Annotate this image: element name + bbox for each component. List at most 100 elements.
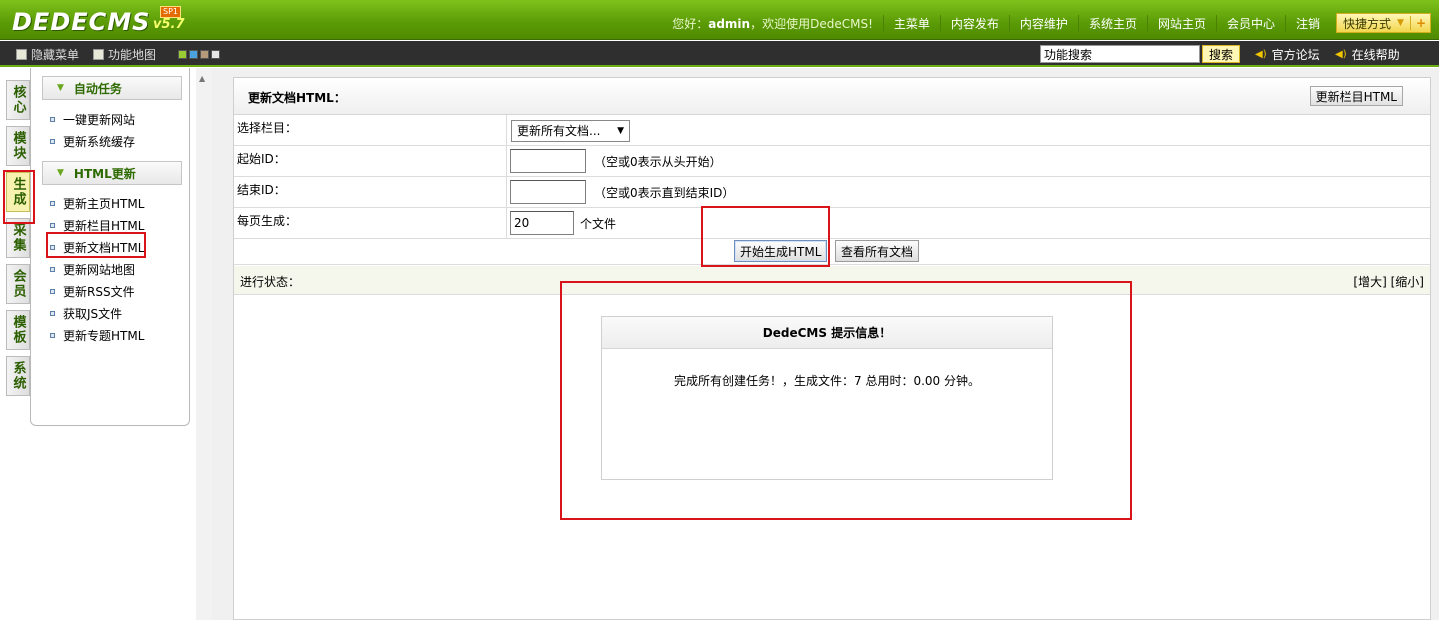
search-button[interactable]: 搜索 — [1202, 45, 1240, 63]
menu-item-update-rss[interactable]: 更新RSS文件 — [31, 280, 189, 302]
menu-item-get-js[interactable]: 获取JS文件 — [31, 302, 189, 324]
menu-item-one-click-update[interactable]: 一键更新网站 — [31, 108, 189, 130]
logo-badge: SP1 — [160, 6, 181, 18]
menu-group-auto-tasks[interactable]: ▼ 自动任务 — [42, 76, 182, 100]
grid-icon — [93, 49, 104, 60]
menu-scrollbar[interactable]: ▲ — [196, 68, 212, 620]
status-size-controls: [增大] [缩小] — [1353, 273, 1424, 290]
triangle-down-icon: ▼ — [57, 168, 64, 178]
row-start-id: 起始ID： （空或0表示从头开始） — [234, 146, 1430, 177]
skin-color-picker — [178, 50, 220, 59]
menu-group-html-update[interactable]: ▼ HTML更新 — [42, 161, 182, 185]
message-title: DedeCMS 提示信息！ — [602, 317, 1052, 349]
bullet-icon — [50, 266, 55, 272]
skin-color-swatch[interactable] — [211, 50, 220, 59]
per-page-unit: 个文件 — [580, 216, 617, 231]
start-id-label: 起始ID： — [234, 146, 507, 176]
tab-members[interactable]: 会员 — [6, 264, 30, 304]
menu-item-update-column-html[interactable]: 更新栏目HTML — [31, 214, 189, 236]
enlarge-link[interactable]: [增大] — [1353, 275, 1386, 289]
nav-site-home[interactable]: 网站主页 — [1146, 14, 1216, 32]
menu-group-title: HTML更新 — [73, 166, 136, 181]
column-select-value: 更新所有文档... — [517, 124, 601, 138]
scroll-up-icon[interactable]: ▲ — [199, 74, 205, 83]
function-map-label: 功能地图 — [108, 48, 157, 62]
panel-header: 更新文档HTML： 更新栏目HTML — [234, 78, 1430, 115]
function-search-input[interactable] — [1040, 45, 1200, 63]
toolbar: 隐藏菜单 功能地图 搜索 ◀) 官方论坛 ◀) 在线帮助 — [0, 41, 1439, 67]
tab-core[interactable]: 核心 — [6, 80, 30, 120]
row-per-page: 每页生成： 个文件 — [234, 208, 1430, 239]
start-id-input[interactable] — [510, 149, 586, 173]
tab-system[interactable]: 系统 — [6, 356, 30, 396]
online-help-label: 在线帮助 — [1351, 48, 1400, 62]
bullet-icon — [50, 222, 55, 228]
end-id-input[interactable] — [510, 180, 586, 204]
end-id-hint: （空或0表示直到结束ID） — [594, 185, 735, 200]
tab-collect[interactable]: 采集 — [6, 218, 30, 258]
start-generate-html-button[interactable]: 开始生成HTML — [734, 240, 828, 262]
menu-item-update-cache[interactable]: 更新系统缓存 — [31, 130, 189, 152]
speaker-icon: ◀) — [1255, 49, 1267, 60]
plus-icon[interactable]: + — [1409, 16, 1426, 30]
logo-version: v5.7 — [153, 17, 185, 32]
per-page-input[interactable] — [510, 211, 574, 235]
update-column-html-button[interactable]: 更新栏目HTML — [1309, 86, 1403, 106]
view-all-docs-button[interactable]: 查看所有文档 — [835, 240, 920, 262]
top-header: DEDECMS v5.7 SP1 您好：admin，欢迎使用DedeCMS! 主… — [0, 0, 1439, 40]
shrink-link[interactable]: [缩小] — [1391, 275, 1424, 289]
bullet-icon — [50, 332, 55, 338]
message-body: 完成所有创建任务！，生成文件：7 总用时：0.00 分钟。 — [674, 374, 980, 388]
online-help-link[interactable]: ◀) 在线帮助 — [1335, 46, 1400, 63]
nav-member-center[interactable]: 会员中心 — [1215, 14, 1285, 32]
action-row: 开始生成HTML 查看所有文档 — [234, 238, 1430, 265]
nav-content-maintain[interactable]: 内容维护 — [1008, 14, 1078, 32]
skin-color-swatch[interactable] — [189, 50, 198, 59]
greeting: 您好：admin，欢迎使用DedeCMS! — [672, 16, 873, 31]
top-nav: 您好：admin，欢迎使用DedeCMS! 主菜单 内容发布 内容维护 系统主页… — [672, 12, 1431, 34]
caret-down-icon: ▼ — [617, 125, 624, 136]
menu-group-title: 自动任务 — [73, 81, 122, 96]
menu-item-update-sitemap[interactable]: 更新网站地图 — [31, 258, 189, 280]
greeting-user: admin — [708, 16, 751, 31]
module-tabs: 核心 模块 生成 采集 会员 模板 系统 — [6, 80, 30, 402]
end-id-label: 结束ID： — [234, 177, 507, 207]
row-select-column: 选择栏目： 更新所有文档... ▼ — [234, 115, 1430, 146]
tab-templates[interactable]: 模板 — [6, 310, 30, 350]
bullet-icon — [50, 288, 55, 294]
chevron-down-icon: ▼ — [1397, 18, 1404, 28]
menu-item-update-topic-html[interactable]: 更新专题HTML — [31, 324, 189, 346]
quick-access-button[interactable]: 快捷方式 ▼ + — [1336, 13, 1431, 33]
hide-menu-label: 隐藏菜单 — [31, 48, 80, 62]
forum-label: 官方论坛 — [1271, 48, 1320, 62]
logo: DEDECMS — [12, 8, 151, 36]
nav-main-menu[interactable]: 主菜单 — [882, 14, 940, 32]
select-column-label: 选择栏目： — [234, 115, 507, 145]
speaker-icon: ◀) — [1335, 49, 1347, 60]
menu-item-update-doc-html[interactable]: 更新文档HTML — [31, 236, 189, 258]
tab-modules[interactable]: 模块 — [6, 126, 30, 166]
skin-color-swatch[interactable] — [178, 50, 187, 59]
bullet-icon — [50, 138, 55, 144]
forum-link[interactable]: ◀) 官方论坛 — [1255, 46, 1320, 63]
tab-generate[interactable]: 生成 — [6, 172, 30, 212]
start-id-hint: （空或0表示从头开始） — [594, 154, 722, 169]
nav-system-home[interactable]: 系统主页 — [1077, 14, 1147, 32]
menu-list-html-update: 更新主页HTML 更新栏目HTML 更新文档HTML 更新网站地图 更新RSS文… — [31, 192, 189, 346]
status-label: 进行状态： — [240, 275, 301, 289]
menu-item-update-home-html[interactable]: 更新主页HTML — [31, 192, 189, 214]
update-doc-panel: 更新文档HTML： 更新栏目HTML 选择栏目： 更新所有文档... ▼ 起始I… — [233, 77, 1431, 620]
message-box: DedeCMS 提示信息！ 完成所有创建任务！，生成文件：7 总用时：0.00 … — [601, 316, 1053, 480]
skin-color-swatch[interactable] — [200, 50, 209, 59]
bullet-icon — [50, 200, 55, 206]
row-end-id: 结束ID： （空或0表示直到结束ID） — [234, 177, 1430, 208]
bullet-icon — [50, 310, 55, 316]
menu-list-auto-tasks: 一键更新网站 更新系统缓存 — [31, 108, 189, 152]
column-select[interactable]: 更新所有文档... ▼ — [511, 119, 630, 142]
per-page-label: 每页生成： — [234, 208, 507, 238]
triangle-down-icon: ▼ — [57, 83, 64, 93]
nav-content-publish[interactable]: 内容发布 — [939, 14, 1009, 32]
nav-logout[interactable]: 注销 — [1284, 14, 1330, 32]
hide-menu-button[interactable]: 隐藏菜单 — [16, 46, 79, 63]
function-map-button[interactable]: 功能地图 — [93, 46, 156, 63]
